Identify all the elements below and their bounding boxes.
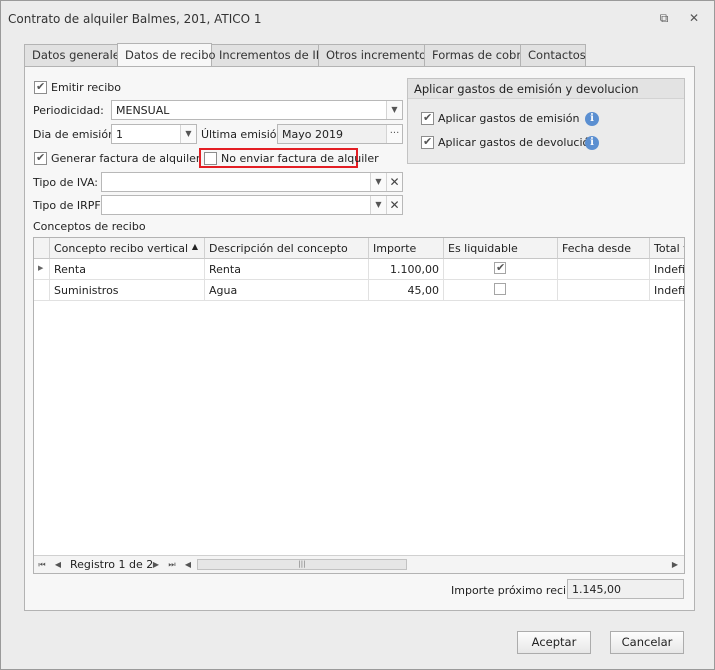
chevron-down-icon[interactable]: ▼ — [370, 173, 386, 191]
no-enviar-factura-checkbox[interactable] — [204, 152, 217, 165]
row-focus-indicator-icon: ▶ — [34, 259, 50, 280]
table-cell[interactable] — [558, 280, 650, 301]
generar-factura-label: Generar factura de alquiler — [51, 152, 201, 165]
liquidable-checkbox[interactable] — [494, 261, 506, 274]
title-bar: Contrato de alquiler Balmes, 201, ATICO … — [1, 1, 714, 35]
ultima-emision-label: Última emisión: — [201, 128, 288, 141]
periodicidad-value: MENSUAL — [116, 104, 170, 117]
info-icon[interactable]: i — [585, 112, 599, 126]
chevron-down-icon[interactable]: ▼ — [180, 125, 196, 143]
column-header-fecha-desde[interactable]: Fecha desde — [558, 238, 650, 259]
row-indicator-header — [34, 238, 50, 259]
row-indicator — [34, 280, 50, 301]
column-header-total[interactable]: Total v — [650, 238, 684, 259]
window-title: Contrato de alquiler Balmes, 201, ATICO … — [8, 12, 262, 26]
table-cell[interactable]: Renta — [50, 259, 205, 280]
close-icon[interactable]: ✕ — [686, 10, 702, 26]
dia-emision-value: 1 — [116, 128, 123, 141]
dia-emision-select[interactable]: 1 ▼ — [111, 124, 197, 144]
tab-datos-de-recibo[interactable]: Datos de recibo — [117, 43, 216, 66]
record-indicator: Registro 1 de 2 — [70, 558, 154, 571]
tab-formas-de-cobro[interactable]: Formas de cobro — [424, 44, 528, 66]
tab-otros-incrementos[interactable]: Otros incrementos — [318, 44, 432, 66]
table-cell[interactable]: Indefi — [650, 259, 684, 280]
importe-proximo-label: Importe próximo recibo — [451, 584, 580, 597]
table-cell[interactable]: Renta — [205, 259, 369, 280]
column-header-descripcion[interactable]: Descripción del concepto — [205, 238, 369, 259]
ellipsis-button[interactable]: ··· — [386, 125, 402, 143]
first-record-icon[interactable]: ⏮ — [36, 558, 48, 571]
tipo-irpf-select[interactable]: ▼ ✕ — [101, 195, 403, 215]
scroll-left-icon[interactable]: ◀ — [182, 558, 194, 571]
table-cell[interactable] — [444, 259, 558, 280]
table-cell[interactable]: Suministros — [50, 280, 205, 301]
gastos-group-title: Aplicar gastos de emisión y devolucion — [408, 79, 684, 99]
column-header-label: Concepto recibo vertical — [54, 242, 189, 255]
tipo-irpf-label: Tipo de IRPF: — [33, 199, 104, 212]
column-header-concepto[interactable]: Concepto recibo vertical ▲ — [50, 238, 205, 259]
conceptos-label: Conceptos de recibo — [33, 220, 146, 233]
emitir-recibo-label: Emitir recibo — [51, 81, 121, 94]
chevron-down-icon[interactable]: ▼ — [386, 101, 402, 119]
tab-panel-datos-recibo: Emitir recibo Periodicidad: MENSUAL ▼ Di… — [24, 66, 695, 611]
gastos-devolucion-checkbox[interactable] — [421, 135, 434, 149]
previous-record-icon[interactable]: ◀ — [52, 558, 64, 571]
no-enviar-factura-label: No enviar factura de alquiler — [221, 152, 379, 165]
tab-contactos[interactable]: Contactos — [520, 44, 586, 66]
cancel-button[interactable]: Cancelar — [610, 631, 684, 654]
conceptos-grid: Concepto recibo vertical ▲ Descripción d… — [33, 237, 685, 574]
column-header-liquidable[interactable]: Es liquidable — [444, 238, 558, 259]
chevron-down-icon[interactable]: ▼ — [370, 196, 386, 214]
gastos-emision-checkbox[interactable] — [421, 111, 434, 125]
periodicidad-select[interactable]: MENSUAL ▼ — [111, 100, 403, 120]
scroll-right-icon[interactable]: ▶ — [669, 558, 681, 571]
clear-icon[interactable]: ✕ — [386, 196, 402, 214]
tab-datos-generales[interactable]: Datos generales — [24, 44, 126, 66]
tab-incrementos-ipc[interactable]: Incrementos de IPC — [211, 44, 331, 66]
next-record-icon[interactable]: ▶ — [150, 558, 162, 571]
table-cell[interactable]: 45,00 — [369, 280, 444, 301]
emitir-recibo-checkbox[interactable] — [34, 80, 47, 94]
info-icon[interactable]: i — [585, 136, 599, 150]
table-cell[interactable] — [444, 280, 558, 301]
clear-icon[interactable]: ✕ — [386, 173, 402, 191]
gastos-group: Aplicar gastos de emisión y devolucion A… — [407, 78, 685, 164]
gastos-devolucion-label: Aplicar gastos de devolución — [438, 136, 597, 149]
sort-ascending-icon: ▲ — [191, 242, 198, 251]
last-record-icon[interactable]: ⏭ — [166, 558, 178, 571]
tipo-iva-select[interactable]: ▼ ✕ — [101, 172, 403, 192]
grid-navigator: ⏮ ◀ Registro 1 de 2 ▶ ⏭ ◀ ||| ▶ — [34, 555, 684, 573]
accept-button[interactable]: Aceptar — [517, 631, 591, 654]
horizontal-scrollbar-thumb[interactable]: ||| — [197, 559, 407, 570]
column-header-importe[interactable]: Importe — [369, 238, 444, 259]
table-cell[interactable]: 1.100,00 — [369, 259, 444, 280]
table-cell[interactable]: Agua — [205, 280, 369, 301]
dialog-window: Contrato de alquiler Balmes, 201, ATICO … — [0, 0, 715, 670]
table-cell[interactable] — [558, 259, 650, 280]
liquidable-checkbox[interactable] — [494, 283, 506, 295]
gastos-emision-label: Aplicar gastos de emisión — [438, 112, 580, 125]
tipo-iva-label: Tipo de IVA: — [33, 176, 98, 189]
ultima-emision-value: Mayo 2019 — [282, 128, 343, 141]
ultima-emision-field[interactable]: Mayo 2019 ··· — [277, 124, 403, 144]
generar-factura-checkbox[interactable] — [34, 151, 47, 165]
restore-icon[interactable]: ⧉ — [656, 10, 672, 26]
importe-proximo-field: 1.145,00 — [567, 579, 684, 599]
periodicidad-label: Periodicidad: — [33, 104, 104, 117]
table-cell[interactable]: Indefi — [650, 280, 684, 301]
dia-emision-label: Dia de emisión: — [33, 128, 119, 141]
